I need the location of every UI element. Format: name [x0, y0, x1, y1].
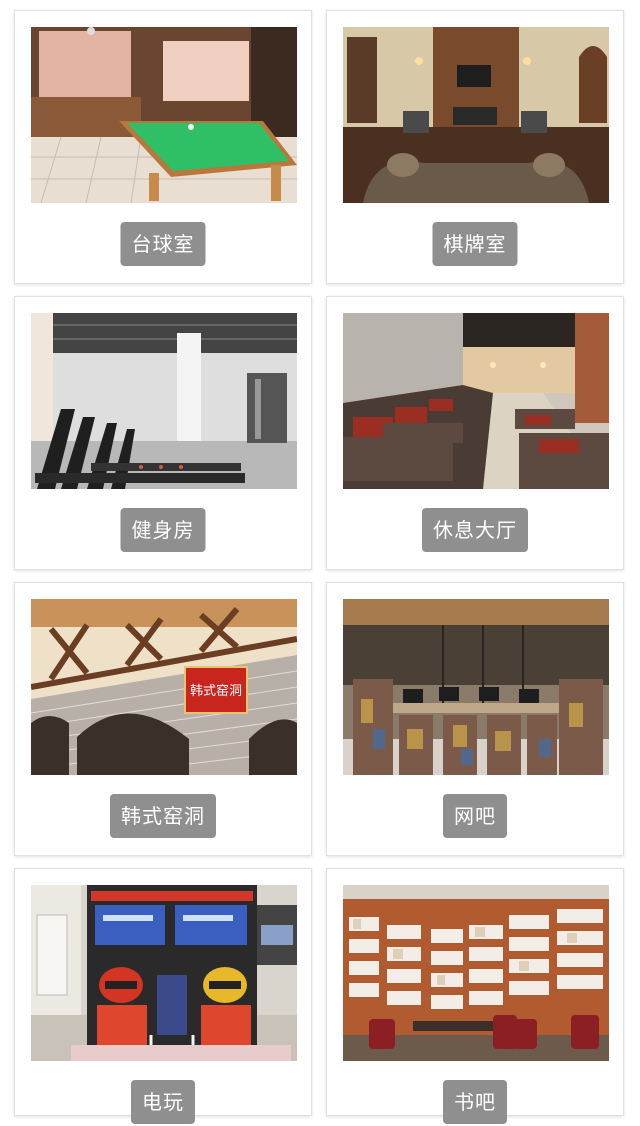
facility-label: 台球室: [120, 222, 206, 266]
facility-label: 电玩: [131, 1080, 195, 1124]
facility-card-chess-cards[interactable]: 棋牌室: [326, 10, 624, 284]
cave-sign-text: 韩式窑洞: [190, 683, 242, 699]
facility-label: 书吧: [443, 1080, 507, 1124]
facility-label: 休息大厅: [422, 508, 528, 552]
facility-label: 韩式窑洞: [110, 794, 216, 838]
facility-label: 网吧: [443, 794, 507, 838]
facility-card-lounge[interactable]: 休息大厅: [326, 296, 624, 570]
facility-card-korean-cave[interactable]: 韩式窑洞 韩式窑洞: [14, 582, 312, 856]
lounge-hall-photo: [343, 313, 609, 489]
facility-label: 棋牌室: [432, 222, 518, 266]
chess-card-room-photo: [343, 27, 609, 203]
arcade-photo: [31, 885, 297, 1061]
facility-card-gym[interactable]: 健身房: [14, 296, 312, 570]
facility-card-arcade[interactable]: 电玩: [14, 868, 312, 1124]
facility-card-billiards[interactable]: 台球室: [14, 10, 312, 284]
facility-card-internet-cafe[interactable]: 网吧: [326, 582, 624, 856]
korean-cave-photo: 韩式窑洞: [31, 599, 297, 775]
gym-photo: [31, 313, 297, 489]
billiards-room-photo: [31, 27, 297, 203]
internet-cafe-photo: [343, 599, 609, 775]
facility-label: 健身房: [120, 508, 206, 552]
facility-card-book-bar[interactable]: 书吧: [326, 868, 624, 1124]
book-bar-photo: [343, 885, 609, 1061]
